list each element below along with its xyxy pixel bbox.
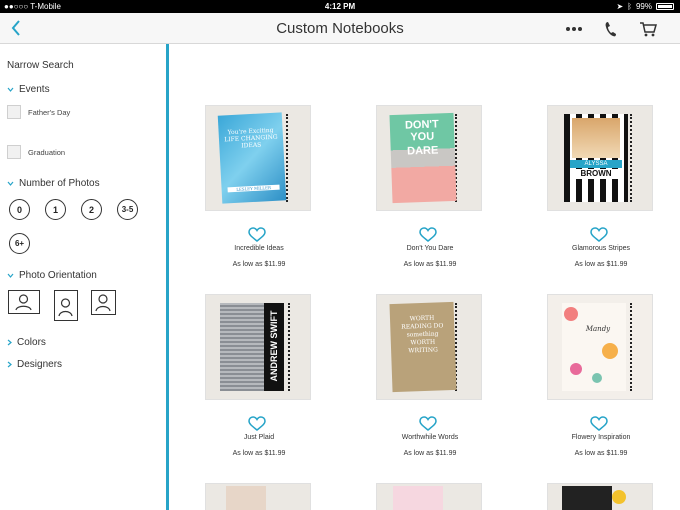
orientation-square-button[interactable] — [91, 290, 116, 315]
photo-count-0[interactable]: 0 — [9, 199, 30, 220]
photos-label: Number of Photos — [19, 178, 100, 189]
product-image[interactable]: Mandy — [548, 295, 652, 399]
chevron-down-icon — [7, 181, 14, 186]
photo-count-2[interactable]: 2 — [81, 199, 102, 220]
photo-count-3-5[interactable]: 3-5 — [117, 199, 138, 220]
designers-label: Designers — [17, 359, 63, 370]
product-name[interactable]: Flowery Inspiration — [531, 434, 671, 441]
product-image-partial[interactable] — [206, 484, 310, 510]
product-price: As low as $11.99 — [574, 450, 628, 457]
events-label: Events — [19, 84, 50, 95]
cover-byline: LESLEY MILLER — [227, 184, 280, 193]
colors-section-toggle[interactable]: Colors — [7, 337, 46, 348]
orientation-section-toggle[interactable]: Photo Orientation — [7, 270, 97, 281]
photo-count-1[interactable]: 1 — [45, 199, 66, 220]
status-bar: ●●○○○ T-Mobile 4:12 PM ➤ ᛒ 99% — [0, 0, 680, 13]
product-image[interactable]: ALYSSA BROWN — [548, 106, 652, 210]
bluetooth-icon: ᛒ — [627, 2, 632, 11]
chevron-down-icon — [7, 273, 14, 278]
favorite-heart-icon[interactable] — [590, 227, 608, 243]
product-image[interactable]: You're Exciting LIFE CHANGING IDEAS LESL… — [206, 106, 310, 210]
cover-name: Mandy — [585, 325, 611, 333]
product-image-partial[interactable] — [377, 484, 481, 510]
location-icon: ➤ — [616, 2, 624, 11]
favorite-heart-icon[interactable] — [419, 416, 437, 432]
product-price: As low as $11.99 — [403, 450, 457, 457]
favorite-heart-icon[interactable] — [248, 227, 266, 243]
narrow-search-heading: Narrow Search — [7, 60, 74, 71]
phone-icon — [605, 22, 616, 37]
product-price: As low as $11.99 — [232, 450, 286, 457]
graduation-label: Graduation — [28, 148, 66, 157]
back-button[interactable] — [8, 17, 26, 39]
orientation-portrait-button[interactable] — [54, 290, 78, 321]
fathers-day-checkbox[interactable] — [7, 105, 21, 119]
favorite-heart-icon[interactable] — [248, 416, 266, 432]
product-image[interactable]: DON'T YOU DARE — [377, 106, 481, 210]
product-image[interactable]: WORTH READING DO something WORTH WRITING — [377, 295, 481, 399]
product-card[interactable]: You're Exciting LIFE CHANGING IDEAS LESL… — [174, 106, 314, 276]
product-image-partial[interactable] — [548, 484, 652, 510]
chevron-right-icon — [7, 339, 12, 346]
cover-quote: You're Exciting LIFE CHANGING IDEAS — [224, 126, 278, 150]
product-card[interactable]: ALYSSA BROWN Glamorous Stripes As low as… — [516, 106, 656, 276]
product-name[interactable]: Don't You Dare — [360, 245, 500, 252]
product-price: As low as $11.99 — [403, 261, 457, 268]
cover-word: DARE — [406, 144, 439, 158]
person-landscape-icon — [15, 294, 32, 311]
product-price: As low as $11.99 — [232, 261, 286, 268]
designers-section-toggle[interactable]: Designers — [7, 359, 62, 370]
product-name[interactable]: Worthwhile Words — [360, 434, 500, 441]
product-name[interactable]: Incredible Ideas — [189, 245, 329, 252]
orientation-label: Photo Orientation — [19, 270, 97, 281]
filter-sidebar: Narrow Search Events Father's Day Gradua… — [0, 44, 166, 510]
cover-name: ALYSSA — [570, 160, 622, 168]
back-chevron-icon — [11, 20, 20, 36]
favorite-heart-icon[interactable] — [419, 227, 437, 243]
cover-quote: WORTH READING DO something WORTH WRITING — [401, 314, 444, 355]
product-price: As low as $11.99 — [574, 261, 628, 268]
favorite-heart-icon[interactable] — [590, 416, 608, 432]
battery-percent: 99% — [635, 2, 652, 11]
more-button[interactable] — [564, 19, 584, 39]
cart-button[interactable] — [638, 19, 658, 39]
status-right: ➤ ᛒ 99% — [616, 2, 674, 11]
call-button[interactable] — [600, 19, 620, 39]
more-icon — [566, 27, 582, 31]
battery-icon — [656, 3, 674, 10]
sidebar-divider — [166, 44, 169, 510]
person-portrait-icon — [58, 298, 73, 317]
orientation-landscape-button[interactable] — [8, 290, 40, 314]
photos-section-toggle[interactable]: Number of Photos — [7, 178, 100, 189]
person-square-icon — [95, 294, 111, 312]
cover-name: BROWN — [570, 169, 622, 179]
cover-word: YOU — [410, 130, 435, 144]
nav-bar: Custom Notebooks — [0, 13, 680, 44]
chevron-right-icon — [7, 361, 12, 368]
product-card[interactable]: DON'T YOU DARE Don't You Dare As low as … — [345, 106, 485, 276]
events-section-toggle[interactable]: Events — [7, 84, 50, 95]
cover-photo — [572, 118, 620, 158]
product-image[interactable]: ANDREW SWIFT — [206, 295, 310, 399]
product-card[interactable]: Mandy Flowery Inspiration As low as $11.… — [516, 295, 656, 465]
photo-count-6-plus[interactable]: 6+ — [9, 233, 30, 254]
colors-label: Colors — [17, 337, 46, 348]
chevron-down-icon — [7, 87, 14, 92]
clock: 4:12 PM — [324, 2, 356, 11]
product-card[interactable]: ANDREW SWIFT Just Plaid As low as $11.99 — [174, 295, 314, 465]
cover-name: ANDREW SWIFT — [269, 310, 279, 382]
product-name[interactable]: Glamorous Stripes — [531, 245, 671, 252]
graduation-checkbox[interactable] — [7, 145, 21, 159]
product-name[interactable]: Just Plaid — [189, 434, 329, 441]
product-card[interactable]: WORTH READING DO something WORTH WRITING… — [345, 295, 485, 465]
fathers-day-label: Father's Day — [28, 108, 71, 117]
cart-icon — [640, 22, 657, 37]
